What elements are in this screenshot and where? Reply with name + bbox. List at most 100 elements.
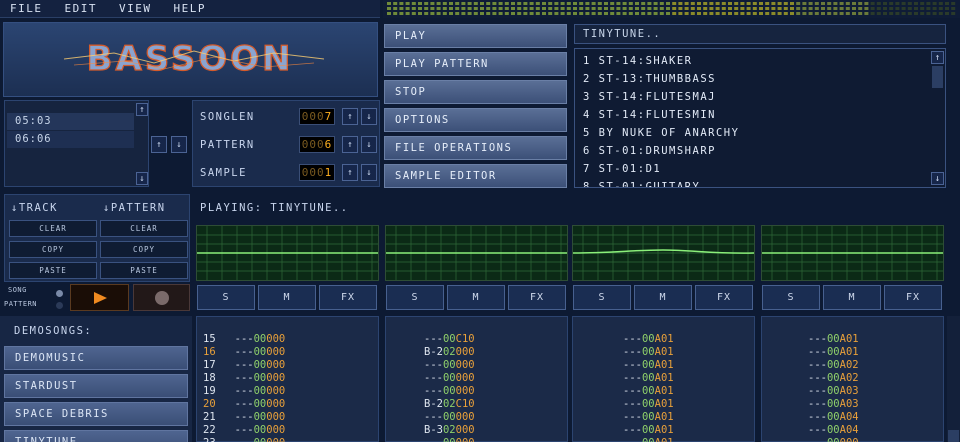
pattern-row[interactable]: ---00A02 (808, 372, 859, 385)
pattern-up-button[interactable]: ↑ (342, 136, 358, 153)
channel-4-fx-button[interactable]: FX (884, 285, 942, 310)
menu-file[interactable]: FILE (10, 2, 43, 15)
sample-editor-button[interactable]: SAMPLE EDITOR (384, 164, 567, 188)
channel-2-solo-button[interactable]: S (386, 285, 444, 310)
track-3[interactable]: ---00A01 ---00A01 ---00A01 ---00A01 ---00A01… (572, 316, 755, 442)
position-list[interactable]: 05:03 06:06 ↑ ↓ (4, 100, 149, 187)
pattern-row[interactable]: ---00A01 (623, 359, 674, 372)
demosong-demomusic[interactable]: DEMOMUSIC (4, 346, 188, 370)
position-up-button[interactable]: ↑ (151, 136, 167, 153)
sample-item[interactable]: 1 ST-14:SHAKER (575, 52, 930, 70)
sample-item[interactable]: 4 ST-14:FLUTESMIN (575, 106, 930, 124)
pattern-row[interactable]: ---00000 (424, 385, 475, 398)
play-button[interactable]: PLAY (384, 24, 567, 48)
pattern-row[interactable]: ---00A01 (623, 437, 674, 442)
channel-3-solo-button[interactable]: S (573, 285, 631, 310)
sample-item[interactable]: 8 ST-01:GUITARY (575, 178, 930, 187)
sample-item[interactable]: 2 ST-13:THUMBBASS (575, 70, 930, 88)
pattern-row[interactable]: ---00000 (424, 372, 475, 385)
channel-2-fx-button[interactable]: FX (508, 285, 566, 310)
pattern-row[interactable]: ---00000 (424, 359, 475, 372)
pattern-row[interactable]: B-202C10 (424, 398, 475, 411)
pattern-row[interactable]: ---00000 (424, 411, 475, 424)
channel-1-solo-button[interactable]: S (197, 285, 255, 310)
sample-item[interactable]: 7 ST-01:D1 (575, 160, 930, 178)
demosong-space-debris[interactable]: SPACE DEBRIS (4, 402, 188, 426)
channel-1-mute-button[interactable]: M (258, 285, 316, 310)
play-transport-button[interactable] (70, 284, 129, 311)
song-title-field[interactable]: TINYTUNE.. (574, 24, 946, 44)
track-2[interactable]: ---00C10 B-202000 ---00000 ---00000 ---00000… (385, 316, 568, 442)
pattern-row[interactable]: 15 ---00000 (203, 333, 285, 346)
channel-1-fx-button[interactable]: FX (319, 285, 377, 310)
pattern-row[interactable]: 23 ---00000 (203, 437, 285, 442)
pattern-row[interactable]: 17 ---00000 (203, 359, 285, 372)
pattern-row[interactable]: ---00A04 (808, 411, 859, 424)
demosong-tinytune[interactable]: TINYTUNE (4, 430, 188, 442)
channel-3-mute-button[interactable]: M (634, 285, 692, 310)
pattern-row[interactable]: B-202000 (424, 346, 475, 359)
pattern-clear-button[interactable]: CLEAR (100, 220, 188, 237)
pattern-row[interactable]: ---00A01 (623, 411, 674, 424)
pattern-row[interactable]: 21 ---00000 (203, 411, 285, 424)
record-button[interactable] (133, 284, 190, 311)
scroll-down-button[interactable]: ↓ (136, 172, 148, 185)
pattern-copy-button[interactable]: COPY (100, 241, 188, 258)
track-1[interactable]: 15 ---00000 16 ---00000 17 ---00000 18 ---0… (196, 316, 379, 442)
time-item[interactable]: 06:06 (7, 131, 134, 148)
sample-scroll-up[interactable]: ↑ (931, 51, 944, 64)
file-operations-button[interactable]: FILE OPERATIONS (384, 136, 567, 160)
time-item[interactable]: 05:03 (7, 113, 134, 130)
track-clear-button[interactable]: CLEAR (9, 220, 97, 237)
pattern-paste-button[interactable]: PASTE (100, 262, 188, 279)
pattern-row[interactable]: ---00A01 (623, 346, 674, 359)
menu-view[interactable]: VIEW (119, 2, 152, 15)
stop-button[interactable]: STOP (384, 80, 567, 104)
sample-down-button[interactable]: ↓ (361, 164, 377, 181)
pattern-row[interactable]: 18 ---00000 (203, 372, 285, 385)
pattern-row[interactable]: 19 ---00000 (203, 385, 285, 398)
pattern-row[interactable]: ---00A01 (808, 333, 859, 346)
song-mode-radio[interactable] (56, 290, 63, 297)
play-pattern-button[interactable]: PLAY PATTERN (384, 52, 567, 76)
pattern-row[interactable]: ---00000 (808, 437, 859, 442)
scroll-up-button[interactable]: ↑ (136, 103, 148, 116)
pattern-row[interactable]: ---00A01 (623, 385, 674, 398)
pattern-row[interactable]: ---00A04 (808, 424, 859, 437)
menu-help[interactable]: HELP (174, 2, 207, 15)
sample-item[interactable]: 5 BY NUKE OF ANARCHY (575, 124, 930, 142)
pattern-row[interactable]: ---00A02 (808, 359, 859, 372)
songlen-up-button[interactable]: ↑ (342, 108, 358, 125)
channel-3-fx-button[interactable]: FX (695, 285, 753, 310)
pattern-row[interactable]: ---00A01 (623, 333, 674, 346)
pattern-row[interactable]: B-302000 (424, 424, 475, 437)
demosong-stardust[interactable]: STARDUST (4, 374, 188, 398)
pattern-down-button[interactable]: ↓ (361, 136, 377, 153)
pattern-row[interactable]: ---00A03 (808, 398, 859, 411)
pattern-row[interactable]: ---00A01 (808, 346, 859, 359)
pattern-scrollbar[interactable] (947, 316, 960, 442)
channel-4-solo-button[interactable]: S (762, 285, 820, 310)
track-paste-button[interactable]: PASTE (9, 262, 97, 279)
sample-item[interactable]: 3 ST-14:FLUTESMAJ (575, 88, 930, 106)
pattern-mode-radio[interactable] (56, 302, 63, 309)
pattern-row[interactable]: ---00C10 (424, 333, 475, 346)
track-copy-button[interactable]: COPY (9, 241, 97, 258)
channel-4-mute-button[interactable]: M (823, 285, 881, 310)
position-down-button[interactable]: ↓ (171, 136, 187, 153)
channel-2-mute-button[interactable]: M (447, 285, 505, 310)
pattern-row[interactable]: ---00A01 (623, 372, 674, 385)
sample-scrollbar-thumb[interactable] (932, 66, 943, 88)
menu-edit[interactable]: EDIT (65, 2, 98, 15)
pattern-row[interactable]: 16 ---00000 (203, 346, 285, 359)
sample-list[interactable]: 1 ST-14:SHAKER 2 ST-13:THUMBBASS 3 ST-14:F… (574, 48, 946, 188)
songlen-down-button[interactable]: ↓ (361, 108, 377, 125)
pattern-row[interactable]: 22 ---00000 (203, 424, 285, 437)
pattern-row[interactable]: ---00000 (424, 437, 475, 442)
track-4[interactable]: ---00A01 ---00A01 ---00A02 ---00A02 ---00A03… (761, 316, 944, 442)
options-button[interactable]: OPTIONS (384, 108, 567, 132)
sample-up-button[interactable]: ↑ (342, 164, 358, 181)
sample-item[interactable]: 6 ST-01:DRUMSHARP (575, 142, 930, 160)
pattern-row[interactable]: ---00A03 (808, 385, 859, 398)
pattern-row[interactable]: 20 ---00000 (203, 398, 285, 411)
